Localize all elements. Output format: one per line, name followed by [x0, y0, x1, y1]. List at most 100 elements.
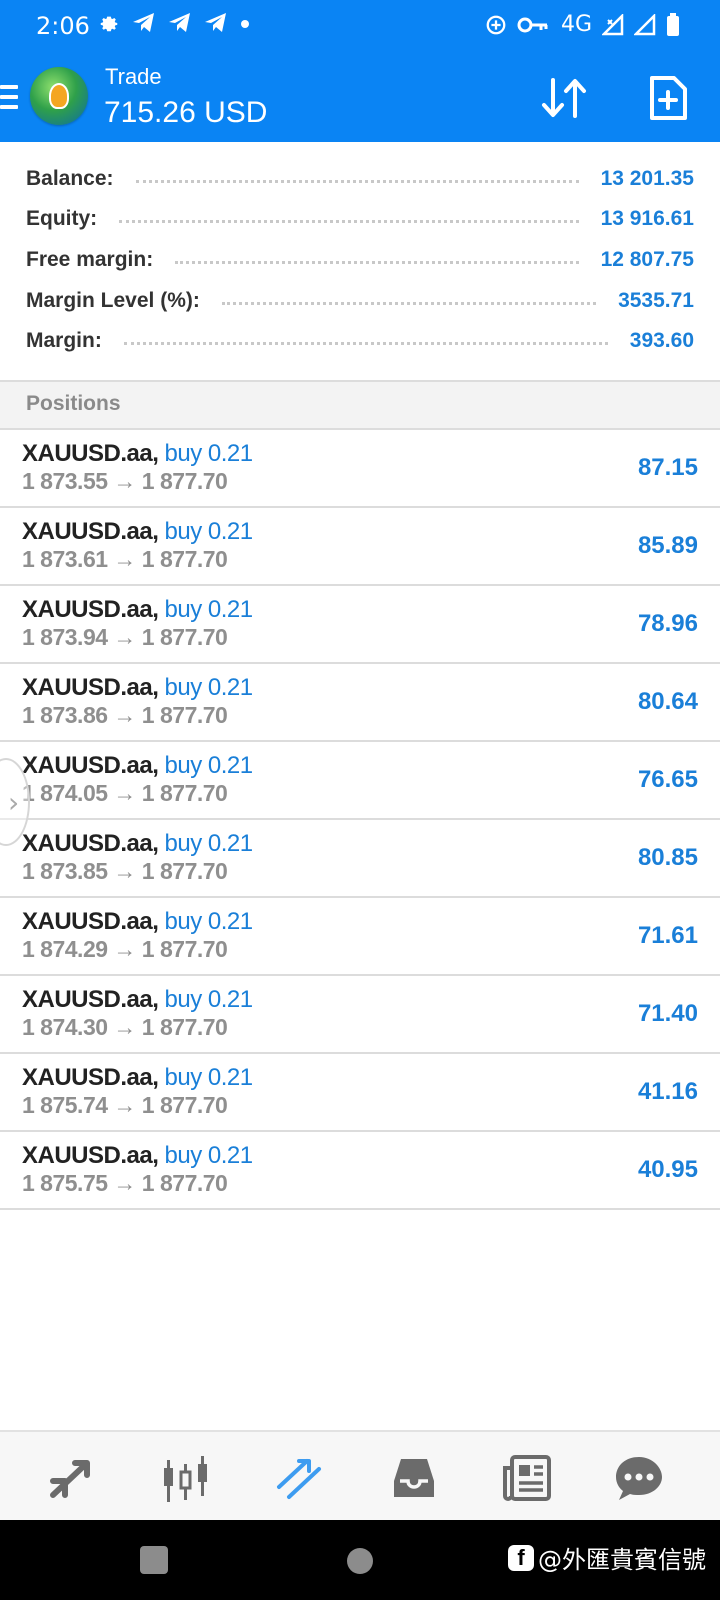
- summary-value: 13 201.35: [600, 167, 694, 190]
- app-bar: Trade 715.26 USD: [0, 52, 720, 142]
- position-row[interactable]: XAUUSD.aa, buy 0.21 1 874.05 → 1 877.70 …: [0, 742, 720, 820]
- position-profit: 87.15: [637, 454, 698, 481]
- watermark: f @外匯貴賓信號: [508, 1540, 706, 1575]
- position-prices: 1 873.94 → 1 877.70: [22, 624, 228, 650]
- recent-apps-button[interactable]: [140, 1546, 168, 1574]
- status-time: 2:06: [36, 12, 90, 40]
- position-prices: 1 873.85 → 1 877.70: [22, 858, 228, 884]
- summary-margin-level: Margin Level (%): 3535.71: [26, 281, 694, 321]
- key-icon: [517, 17, 548, 32]
- summary-value: 12 807.75: [600, 248, 694, 271]
- dot-leader: [123, 341, 608, 345]
- summary-label: Balance:: [26, 167, 114, 190]
- positions-header: Positions: [0, 382, 720, 428]
- profit-total: 715.26 USD: [104, 96, 268, 129]
- position-prices: 1 873.55 → 1 877.70: [22, 468, 228, 494]
- facebook-icon: f: [508, 1544, 534, 1571]
- app-logo: [30, 67, 88, 125]
- sort-icon: [542, 78, 586, 118]
- page-title: Trade: [105, 64, 162, 89]
- chart-icon: [164, 1456, 207, 1502]
- battery-icon: [667, 12, 679, 36]
- summary-free-margin: Free margin: 12 807.75: [26, 240, 694, 280]
- summary-margin: Margin: 393.60: [26, 321, 694, 361]
- signal-icon: [634, 13, 656, 35]
- news-icon: [503, 1455, 551, 1501]
- position-type: buy 0.21: [164, 596, 254, 623]
- position-profit: 80.64: [637, 688, 698, 715]
- history-icon: [394, 1459, 434, 1497]
- dot-leader: [175, 260, 579, 264]
- nav-messages[interactable]: [609, 1448, 669, 1508]
- dot-leader: [135, 179, 579, 183]
- position-symbol: XAUUSD.aa,: [22, 986, 159, 1013]
- data-saver-icon: [486, 15, 506, 34]
- position-row[interactable]: XAUUSD.aa, buy 0.21 1 875.75 → 1 877.70 …: [0, 1132, 720, 1210]
- bottom-navigation: [0, 1430, 720, 1520]
- telegram-icon: [169, 13, 190, 32]
- position-profit: 76.65: [637, 766, 698, 793]
- position-profit: 85.89: [637, 532, 698, 559]
- trade-icon: [277, 1459, 321, 1499]
- positions-list: XAUUSD.aa, buy 0.21 1 873.55 → 1 877.70 …: [0, 430, 720, 1210]
- position-symbol: XAUUSD.aa,: [22, 1142, 159, 1169]
- position-prices: 1 875.75 → 1 877.70: [22, 1170, 228, 1196]
- position-prices: 1 875.74 → 1 877.70: [22, 1092, 228, 1118]
- summary-value: 393.60: [629, 329, 694, 352]
- position-row[interactable]: XAUUSD.aa, buy 0.21 1 875.74 → 1 877.70 …: [0, 1054, 720, 1132]
- summary-value: 3535.71: [618, 289, 694, 312]
- position-profit: 41.16: [637, 1078, 698, 1105]
- position-symbol: XAUUSD.aa,: [22, 674, 159, 701]
- position-prices: 1 874.29 → 1 877.70: [22, 936, 228, 962]
- position-row[interactable]: XAUUSD.aa, buy 0.21 1 873.94 → 1 877.70 …: [0, 586, 720, 664]
- nav-quotes[interactable]: [43, 1448, 103, 1508]
- watermark-text: @外匯貴賓信號: [538, 1546, 706, 1574]
- position-profit: 71.61: [637, 922, 698, 949]
- position-symbol: XAUUSD.aa,: [22, 752, 159, 779]
- network-type: 4G: [560, 12, 592, 37]
- position-row[interactable]: XAUUSD.aa, buy 0.21 1 873.86 → 1 877.70 …: [0, 664, 720, 742]
- messages-icon: [616, 1457, 662, 1500]
- summary-label: Free margin:: [26, 248, 154, 271]
- position-type: buy 0.21: [164, 986, 254, 1013]
- summary-balance: Balance: 13 201.35: [26, 159, 694, 199]
- position-type: buy 0.21: [164, 674, 254, 701]
- summary-equity: Equity: 13 916.61: [26, 199, 694, 239]
- position-row[interactable]: XAUUSD.aa, buy 0.21 1 873.61 → 1 877.70 …: [0, 508, 720, 586]
- sort-button[interactable]: [536, 72, 592, 124]
- status-notification-icons: [98, 12, 250, 34]
- new-order-icon: [650, 76, 687, 120]
- new-order-button[interactable]: [640, 72, 696, 124]
- menu-icon[interactable]: [0, 85, 20, 113]
- dot-leader: [221, 301, 597, 305]
- summary-label: Equity:: [26, 207, 98, 230]
- position-symbol: XAUUSD.aa,: [22, 596, 159, 623]
- nav-history[interactable]: [384, 1448, 444, 1508]
- signal-icon: [602, 13, 624, 35]
- position-type: buy 0.21: [164, 830, 254, 857]
- position-type: buy 0.21: [164, 1064, 254, 1091]
- position-row[interactable]: XAUUSD.aa, buy 0.21 1 874.29 → 1 877.70 …: [0, 898, 720, 976]
- nav-chart[interactable]: [156, 1448, 216, 1508]
- position-row[interactable]: XAUUSD.aa, buy 0.21 1 873.85 → 1 877.70 …: [0, 820, 720, 898]
- nav-news[interactable]: [497, 1448, 557, 1508]
- position-prices: 1 874.05 → 1 877.70: [22, 780, 228, 806]
- status-system-icons: 4G: [485, 12, 680, 37]
- dot-icon: [241, 20, 249, 28]
- home-button[interactable]: [347, 1548, 373, 1574]
- summary-label: Margin Level (%):: [26, 289, 200, 312]
- position-row[interactable]: XAUUSD.aa, buy 0.21 1 874.30 → 1 877.70 …: [0, 976, 720, 1054]
- nav-trade[interactable]: [270, 1448, 330, 1508]
- position-symbol: XAUUSD.aa,: [22, 830, 159, 857]
- position-prices: 1 873.86 → 1 877.70: [22, 702, 228, 728]
- dot-leader: [119, 219, 579, 223]
- position-row[interactable]: XAUUSD.aa, buy 0.21 1 873.55 → 1 877.70 …: [0, 430, 720, 508]
- position-symbol: XAUUSD.aa,: [22, 908, 159, 935]
- position-type: buy 0.21: [164, 440, 254, 467]
- chevron-right-icon: ›: [8, 786, 20, 819]
- position-prices: 1 874.30 → 1 877.70: [22, 1014, 228, 1040]
- position-type: buy 0.21: [164, 518, 254, 545]
- position-profit: 40.95: [637, 1156, 698, 1183]
- position-profit: 71.40: [637, 1000, 698, 1027]
- system-navigation-bar: f @外匯貴賓信號: [0, 1520, 720, 1600]
